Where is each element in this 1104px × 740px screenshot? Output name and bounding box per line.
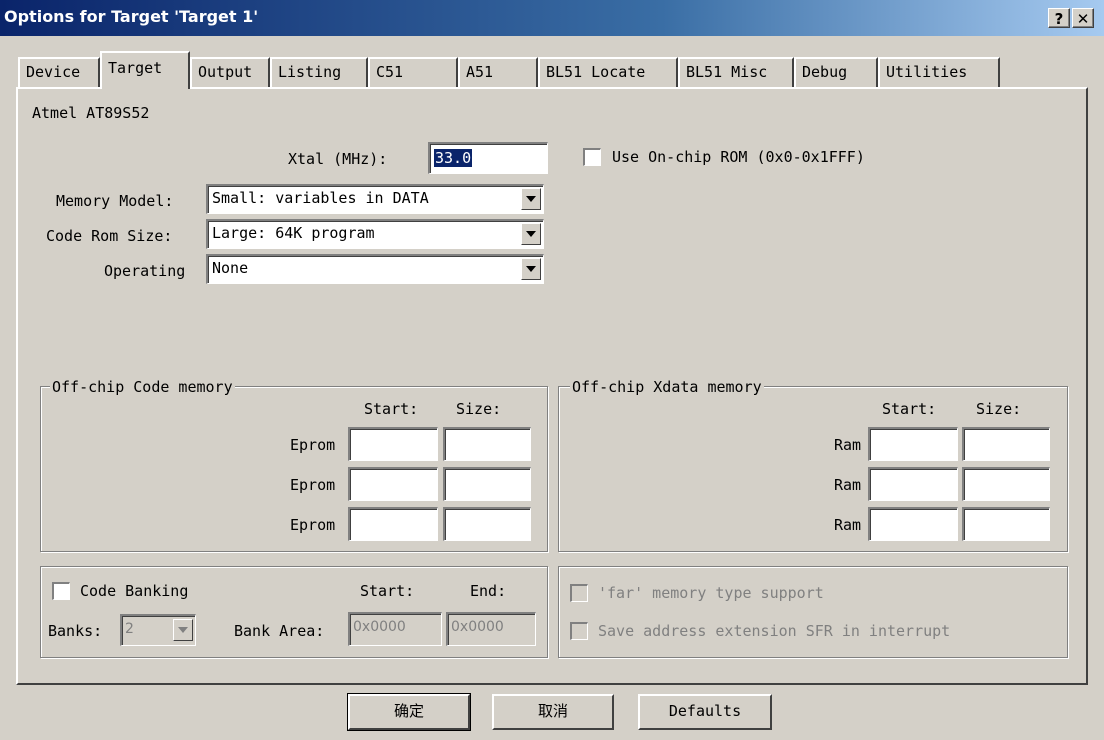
tab-a51[interactable]: A51 bbox=[458, 57, 538, 87]
ram-size-input[interactable] bbox=[962, 467, 1050, 501]
memory-model-label: Memory Model: bbox=[56, 192, 174, 210]
tab-bl51-misc[interactable]: BL51 Misc bbox=[678, 57, 794, 87]
tab-utilities[interactable]: Utilities bbox=[878, 57, 1000, 87]
defaults-button[interactable]: Defaults bbox=[638, 694, 772, 730]
code-rom-size-label: Code Rom Size: bbox=[46, 227, 173, 245]
eprom-start-input[interactable] bbox=[348, 427, 438, 461]
code-rom-size-select[interactable]: Large: 64K program bbox=[206, 219, 544, 249]
tab-listing[interactable]: Listing bbox=[270, 57, 368, 87]
tab-target[interactable]: Target bbox=[100, 51, 190, 89]
tab-c51[interactable]: C51 bbox=[368, 57, 458, 87]
eprom-size-input[interactable] bbox=[443, 467, 531, 501]
ok-button[interactable]: 确定 bbox=[347, 693, 471, 731]
bank-area-label: Bank Area: bbox=[234, 622, 325, 640]
xdata-memory-title: Off-chip Xdata memory bbox=[570, 378, 764, 396]
ram-start-input[interactable] bbox=[868, 467, 958, 501]
ram-start-input[interactable] bbox=[868, 427, 958, 461]
xtal-input[interactable]: 33.0 bbox=[428, 142, 548, 174]
tab-debug[interactable]: Debug bbox=[794, 57, 878, 87]
eprom-size-input[interactable] bbox=[443, 427, 531, 461]
eprom-start-input[interactable] bbox=[348, 507, 438, 541]
ram-size-input[interactable] bbox=[962, 427, 1050, 461]
use-onchip-rom-label: Use On-chip ROM (0x0-0x1FFF) bbox=[612, 148, 865, 166]
device-name: Atmel AT89S52 bbox=[32, 104, 150, 122]
banks-label: Banks: bbox=[48, 622, 103, 640]
cancel-button[interactable]: 取消 bbox=[492, 694, 614, 730]
code-rom-size-dropdown-icon[interactable] bbox=[521, 223, 541, 245]
title-bar[interactable]: Options for Target 'Target 1' ? ✕ bbox=[0, 0, 1104, 36]
eprom-label: Eprom bbox=[290, 436, 336, 454]
ram-label: Ram bbox=[834, 436, 862, 454]
close-button[interactable]: ✕ bbox=[1072, 8, 1094, 28]
memory-model-dropdown-icon[interactable] bbox=[521, 188, 541, 210]
tab-output[interactable]: Output bbox=[190, 57, 270, 87]
bank-end-input[interactable]: 0x0000 bbox=[446, 612, 536, 646]
operating-value: None bbox=[212, 259, 249, 277]
xtal-value: 33.0 bbox=[434, 149, 473, 167]
code-size-header: Size: bbox=[456, 400, 502, 418]
eprom-label: Eprom bbox=[290, 476, 336, 494]
far-support-label: 'far' memory type support bbox=[598, 584, 824, 602]
bank-start-input[interactable]: 0x0000 bbox=[348, 612, 442, 646]
banks-value: 2 bbox=[125, 621, 134, 637]
memory-model-select[interactable]: Small: variables in DATA bbox=[206, 184, 544, 214]
bank-end-header: End: bbox=[470, 582, 507, 600]
ram-label: Ram bbox=[834, 476, 862, 494]
help-button[interactable]: ? bbox=[1048, 8, 1070, 28]
eprom-size-input[interactable] bbox=[443, 507, 531, 541]
xtal-label: Xtal (MHz): bbox=[288, 150, 388, 168]
banks-select[interactable]: 2 bbox=[120, 614, 196, 646]
code-start-header: Start: bbox=[364, 400, 419, 418]
operating-dropdown-icon[interactable] bbox=[521, 258, 541, 280]
save-sfr-checkbox[interactable] bbox=[570, 622, 588, 640]
xdata-size-header: Size: bbox=[976, 400, 1022, 418]
memory-model-value: Small: variables in DATA bbox=[212, 189, 429, 207]
far-support-checkbox[interactable] bbox=[570, 584, 588, 602]
code-banking-label: Code Banking bbox=[80, 582, 189, 600]
ram-size-input[interactable] bbox=[962, 507, 1050, 541]
code-rom-size-value: Large: 64K program bbox=[212, 224, 375, 242]
ram-label: Ram bbox=[834, 516, 862, 534]
eprom-start-input[interactable] bbox=[348, 467, 438, 501]
bank-start-header: Start: bbox=[360, 582, 415, 600]
ram-start-input[interactable] bbox=[868, 507, 958, 541]
operating-label: Operating bbox=[104, 262, 186, 280]
code-banking-checkbox[interactable] bbox=[52, 582, 70, 600]
banks-dropdown-icon[interactable] bbox=[173, 619, 193, 641]
tab-device[interactable]: Device bbox=[18, 57, 100, 87]
operating-select[interactable]: None bbox=[206, 254, 544, 284]
xdata-start-header: Start: bbox=[882, 400, 937, 418]
eprom-label: Eprom bbox=[290, 516, 336, 534]
use-onchip-rom-checkbox[interactable] bbox=[583, 148, 601, 166]
tab-bl51-locate[interactable]: BL51 Locate bbox=[538, 57, 678, 87]
window-title: Options for Target 'Target 1' bbox=[4, 7, 259, 26]
code-memory-title: Off-chip Code memory bbox=[50, 378, 235, 396]
save-sfr-label: Save address extension SFR in interrupt bbox=[598, 622, 951, 640]
far-options-group bbox=[558, 566, 1068, 658]
